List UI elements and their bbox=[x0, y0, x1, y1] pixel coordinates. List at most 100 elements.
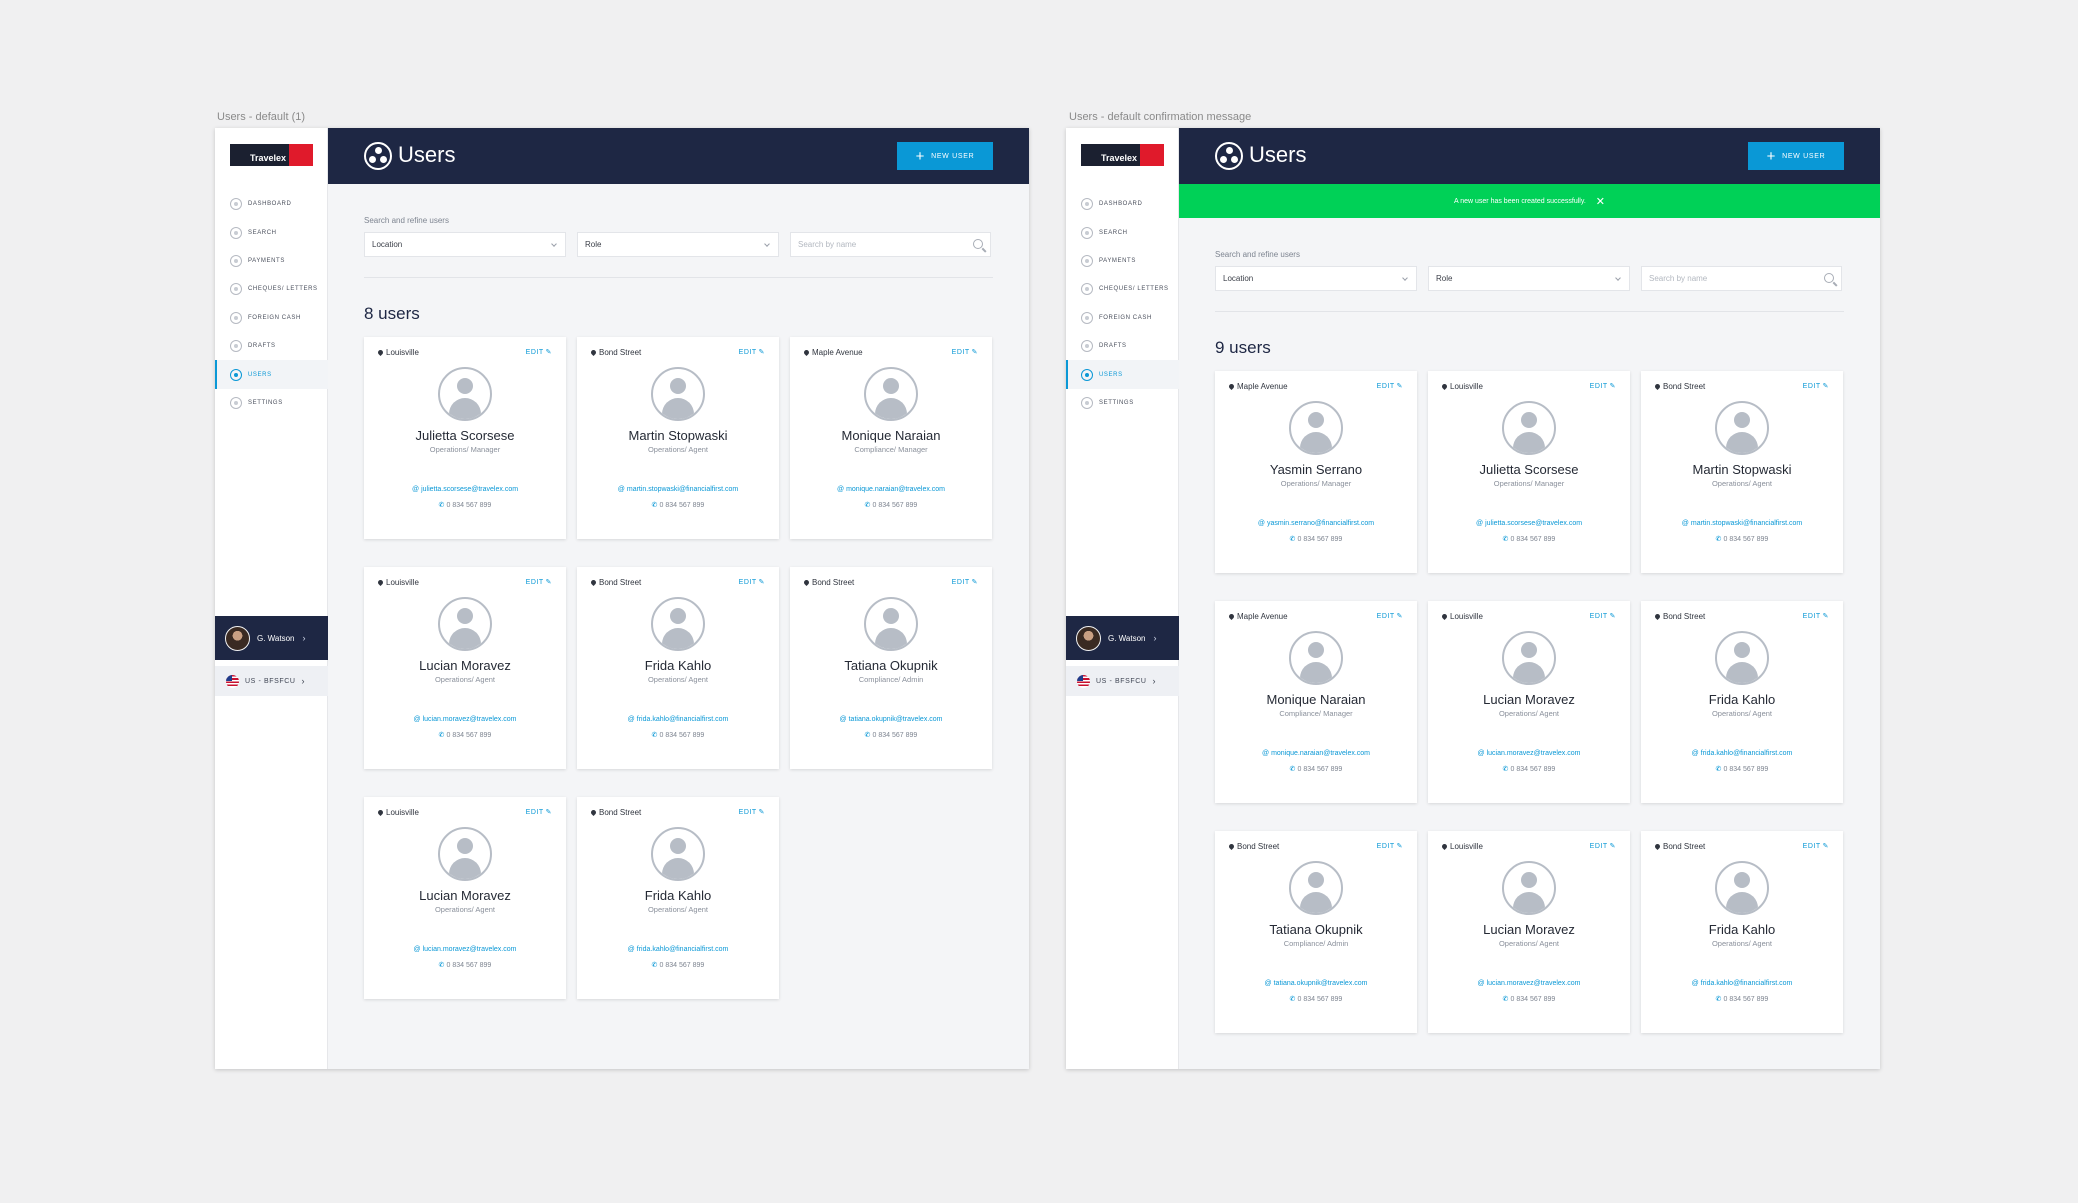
edit-button[interactable]: EDIT ✎ bbox=[1590, 842, 1616, 850]
sidebar-item-search[interactable]: SEARCH bbox=[215, 218, 328, 246]
artboard-label-right: Users - default confirmation message bbox=[1069, 111, 1252, 123]
card-email[interactable]: @ lucian.moravez@travelex.com bbox=[364, 946, 566, 953]
sidebar-item-dashboard[interactable]: DASHBOARD bbox=[1066, 190, 1179, 218]
settings-icon bbox=[230, 396, 242, 409]
settings-icon bbox=[1081, 396, 1093, 409]
card-email[interactable]: @ tatiana.okupnik@travelex.com bbox=[1215, 980, 1417, 987]
edit-button[interactable]: EDIT ✎ bbox=[1377, 612, 1403, 620]
map-pin-icon bbox=[1440, 612, 1449, 621]
page-header: Users + NEW USER bbox=[1179, 128, 1880, 184]
edit-button[interactable]: EDIT ✎ bbox=[1803, 382, 1829, 390]
map-pin-icon bbox=[376, 578, 385, 587]
card-email[interactable]: @ lucian.moravez@travelex.com bbox=[1428, 980, 1630, 987]
edit-button[interactable]: EDIT ✎ bbox=[1377, 842, 1403, 850]
card-name: Frida Kahlo bbox=[644, 658, 712, 673]
card-email[interactable]: @ frida.kahlo@financialfirst.com bbox=[1641, 750, 1843, 757]
edit-button[interactable]: EDIT ✎ bbox=[526, 348, 552, 356]
search-icon[interactable] bbox=[1824, 273, 1834, 283]
current-user-menu[interactable]: G. Watson › bbox=[1066, 616, 1179, 660]
sidebar-item-dashboard[interactable]: DASHBOARD bbox=[215, 190, 328, 218]
role-select[interactable]: Role bbox=[1428, 266, 1630, 291]
card-phone: ✆ 0 834 567 899 bbox=[651, 732, 705, 739]
edit-button[interactable]: EDIT ✎ bbox=[1377, 382, 1403, 390]
new-user-button[interactable]: + NEW USER bbox=[897, 142, 993, 170]
phone-icon: ✆ bbox=[1502, 766, 1509, 773]
edit-button[interactable]: EDIT ✎ bbox=[952, 348, 978, 356]
card-name: Tatiana Okupnik bbox=[1269, 922, 1363, 937]
card-email[interactable]: @ lucian.moravez@travelex.com bbox=[1428, 750, 1630, 757]
sidebar-item-users[interactable]: USERS bbox=[1066, 360, 1179, 390]
current-user-menu[interactable]: G. Watson › bbox=[215, 616, 328, 660]
avatar-placeholder-icon bbox=[1502, 631, 1556, 685]
sidebar-item-drafts[interactable]: DRAFTS bbox=[1066, 332, 1179, 360]
travelex-logo[interactable]: Travelex bbox=[230, 144, 313, 166]
edit-button[interactable]: EDIT ✎ bbox=[739, 578, 765, 586]
edit-button[interactable]: EDIT ✎ bbox=[739, 348, 765, 356]
user-card-grid: Louisville EDIT ✎ Julietta Scorsese Operatio… bbox=[364, 337, 993, 999]
sidebar-item-search[interactable]: SEARCH bbox=[1066, 218, 1179, 246]
sidebar-item-cheques-letters[interactable]: CHEQUES/ LETTERS bbox=[215, 275, 328, 303]
region-selector[interactable]: US - BFSFCU › bbox=[1066, 666, 1179, 696]
pencil-icon: ✎ bbox=[545, 809, 552, 816]
card-email[interactable]: @ monique.naraian@travelex.com bbox=[790, 486, 992, 493]
sidebar-item-cheques-letters[interactable]: CHEQUES/ LETTERS bbox=[1066, 275, 1179, 303]
travelex-logo[interactable]: Travelex bbox=[1081, 144, 1164, 166]
sidebar-item-label: USERS bbox=[1099, 371, 1123, 378]
edit-button[interactable]: EDIT ✎ bbox=[1803, 842, 1829, 850]
sidebar-item-drafts[interactable]: DRAFTS bbox=[215, 332, 328, 360]
sidebar-item-settings[interactable]: SETTINGS bbox=[215, 389, 328, 417]
card-email[interactable]: @ julietta.scorsese@travelex.com bbox=[364, 486, 566, 493]
edit-button[interactable]: EDIT ✎ bbox=[739, 808, 765, 816]
phone-icon: ✆ bbox=[1715, 536, 1722, 543]
edit-button[interactable]: EDIT ✎ bbox=[952, 578, 978, 586]
phone-icon: ✆ bbox=[864, 502, 871, 509]
edit-button[interactable]: EDIT ✎ bbox=[1590, 382, 1616, 390]
card-email[interactable]: @ frida.kahlo@financialfirst.com bbox=[577, 716, 779, 723]
users-icon bbox=[1215, 142, 1243, 170]
card-email[interactable]: @ frida.kahlo@financialfirst.com bbox=[1641, 980, 1843, 987]
phone-icon: ✆ bbox=[651, 732, 658, 739]
card-email[interactable]: @ tatiana.okupnik@travelex.com bbox=[790, 716, 992, 723]
search-field[interactable] bbox=[1641, 266, 1842, 291]
close-icon[interactable]: ✕ bbox=[1596, 195, 1605, 208]
card-email[interactable]: @ lucian.moravez@travelex.com bbox=[364, 716, 566, 723]
card-phone: ✆ 0 834 567 899 bbox=[1289, 766, 1343, 773]
card-email[interactable]: @ martin.stopwaski@financialfirst.com bbox=[1641, 520, 1843, 527]
card-email[interactable]: @ yasmin.serrano@financialfirst.com bbox=[1215, 520, 1417, 527]
card-email[interactable]: @ martin.stopwaski@financialfirst.com bbox=[577, 486, 779, 493]
role-select[interactable]: Role bbox=[577, 232, 779, 257]
sidebar-item-settings[interactable]: SETTINGS bbox=[1066, 389, 1179, 417]
region-selector[interactable]: US - BFSFCU › bbox=[215, 666, 328, 696]
users-icon bbox=[1081, 368, 1093, 381]
location-select[interactable]: Location bbox=[1215, 266, 1417, 291]
sidebar: Travelex DASHBOARD SEARCH PAYMENTS CHEQU… bbox=[1066, 128, 1179, 1069]
card-email[interactable]: @ frida.kahlo@financialfirst.com bbox=[577, 946, 779, 953]
search-input[interactable] bbox=[798, 240, 958, 249]
sidebar-item-foreign-cash[interactable]: FOREIGN CASH bbox=[1066, 304, 1179, 332]
main-content: Users + NEW USER A new user has been crea… bbox=[1179, 128, 1880, 1069]
card-email[interactable]: @ monique.naraian@travelex.com bbox=[1215, 750, 1417, 757]
edit-button[interactable]: EDIT ✎ bbox=[526, 808, 552, 816]
edit-button[interactable]: EDIT ✎ bbox=[1803, 612, 1829, 620]
card-phone: ✆ 0 834 567 899 bbox=[438, 962, 492, 969]
sidebar-item-payments[interactable]: PAYMENTS bbox=[1066, 247, 1179, 275]
pencil-icon: ✎ bbox=[1609, 613, 1616, 620]
search-field[interactable] bbox=[790, 232, 991, 257]
avatar-placeholder-icon bbox=[864, 367, 918, 421]
user-card: Bond Street EDIT ✎ Tatiana Okupnik Complianc… bbox=[790, 567, 992, 769]
region-label: US - BFSFCU bbox=[245, 677, 296, 685]
card-email[interactable]: @ julietta.scorsese@travelex.com bbox=[1428, 520, 1630, 527]
card-role: Compliance/ Manager bbox=[1279, 709, 1353, 718]
search-input[interactable] bbox=[1649, 274, 1809, 283]
sidebar-item-foreign-cash[interactable]: FOREIGN CASH bbox=[215, 304, 328, 332]
location-select[interactable]: Location bbox=[364, 232, 566, 257]
edit-button[interactable]: EDIT ✎ bbox=[526, 578, 552, 586]
sidebar-item-payments[interactable]: PAYMENTS bbox=[215, 247, 328, 275]
avatar bbox=[225, 625, 250, 651]
edit-button[interactable]: EDIT ✎ bbox=[1590, 612, 1616, 620]
new-user-button[interactable]: + NEW USER bbox=[1748, 142, 1844, 170]
sidebar-item-users[interactable]: USERS bbox=[215, 360, 328, 390]
card-location: Bond Street bbox=[589, 348, 641, 357]
divider bbox=[1215, 311, 1844, 312]
search-icon[interactable] bbox=[973, 239, 983, 249]
